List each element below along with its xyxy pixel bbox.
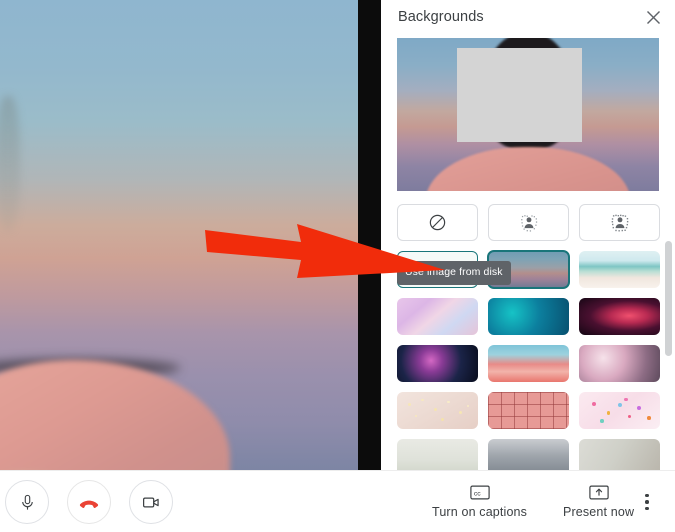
background-thumb-red-nebula[interactable] xyxy=(579,298,660,335)
panel-scrollbar[interactable] xyxy=(665,241,672,356)
background-thumb-fireworks[interactable] xyxy=(397,345,478,382)
background-thumb-living-room[interactable] xyxy=(579,439,660,470)
background-thumb-modern-hall[interactable] xyxy=(488,439,569,470)
background-thumb-pink-tile-grid[interactable] xyxy=(488,392,569,429)
feed-blur-wisp xyxy=(0,96,20,231)
leave-call-button[interactable] xyxy=(67,480,111,524)
present-label: Present now xyxy=(563,505,635,519)
panel-body: Use image from disk + xyxy=(381,34,675,470)
no-background-slash-icon xyxy=(429,214,446,231)
video-camera-icon xyxy=(142,497,159,507)
self-video-feed[interactable] xyxy=(0,0,358,470)
background-thumb-teal-waves[interactable] xyxy=(488,298,569,335)
close-icon xyxy=(646,10,660,24)
hangup-phone-icon xyxy=(79,500,99,508)
background-thumb-bright-office[interactable] xyxy=(397,439,478,470)
full-blur-person-icon xyxy=(611,214,628,231)
microphone-button[interactable] xyxy=(5,480,49,524)
effect-options-row xyxy=(397,204,660,241)
sparkle-overlay xyxy=(397,392,478,429)
slight-blur-person-icon xyxy=(520,214,537,232)
background-thumb-pink-clouds[interactable] xyxy=(397,298,478,335)
meeting-actions: cc Turn on captions Present now xyxy=(372,471,675,532)
turn-on-captions-button[interactable]: cc Turn on captions xyxy=(432,485,527,519)
slightly-blur-background-button[interactable] xyxy=(488,204,569,241)
more-options-button[interactable] xyxy=(633,485,661,519)
call-controls xyxy=(0,471,173,532)
background-thumb-cream-sparkle[interactable] xyxy=(397,392,478,429)
participant-shoulder xyxy=(0,360,230,470)
panel-scrollbar-track xyxy=(665,36,673,466)
feed-letterbox-bar xyxy=(358,0,381,470)
page-title: Backgrounds xyxy=(398,9,484,25)
meeting-bottom-bar: cc Turn on captions Present now xyxy=(0,470,675,532)
more-vertical-icon xyxy=(645,493,649,498)
camera-button[interactable] xyxy=(129,480,173,524)
background-thumb-pink-confetti[interactable] xyxy=(579,392,660,429)
backgrounds-panel: Backgrounds Use image from disk xyxy=(381,0,675,470)
tile-grid-overlay xyxy=(488,392,569,429)
background-thumb-spring-flowers[interactable] xyxy=(488,345,569,382)
captions-label: Turn on captions xyxy=(432,505,528,519)
background-thumb-tropical-beach[interactable] xyxy=(579,251,660,288)
background-thumb-cherry-blossom[interactable] xyxy=(579,345,660,382)
upload-tooltip: Use image from disk xyxy=(397,261,511,285)
self-view-preview xyxy=(397,38,659,191)
google-meet-window: Backgrounds Use image from disk cc Turn … xyxy=(0,0,675,532)
blur-background-button[interactable] xyxy=(579,204,660,241)
participant-torso xyxy=(425,147,631,191)
confetti-overlay xyxy=(579,392,660,429)
svg-text:cc: cc xyxy=(473,490,480,497)
present-now-button[interactable]: Present now xyxy=(563,485,634,519)
microphone-icon xyxy=(21,494,33,510)
video-stage xyxy=(0,0,381,470)
face-redaction-box xyxy=(457,48,582,142)
close-button[interactable] xyxy=(640,4,666,30)
present-arrow-icon xyxy=(588,485,609,500)
cc-icon: cc xyxy=(469,485,490,500)
turn-off-background-button[interactable] xyxy=(397,204,478,241)
panel-header: Backgrounds xyxy=(381,0,675,34)
